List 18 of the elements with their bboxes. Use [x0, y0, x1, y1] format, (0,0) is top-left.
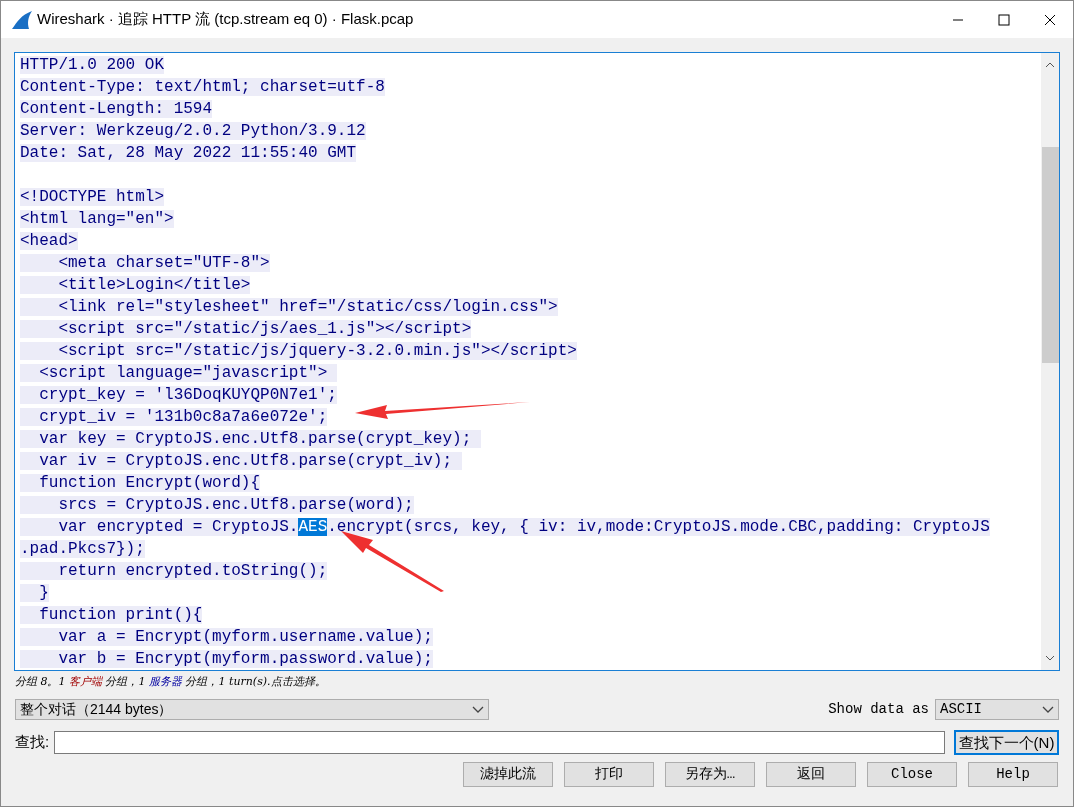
find-label: 查找: — [15, 731, 50, 752]
dialog-button[interactable]: 打印 — [564, 762, 654, 787]
shark-fin-icon — [11, 9, 33, 30]
dialog-button[interactable]: Help — [968, 762, 1058, 787]
scrollbar[interactable] — [1041, 53, 1059, 670]
dialog-button[interactable]: 另存为… — [665, 762, 755, 787]
show-data-select[interactable]: ASCII — [935, 699, 1059, 720]
chevron-down-icon — [472, 705, 484, 714]
chevron-down-icon — [1042, 705, 1054, 714]
find-next-button[interactable]: 查找下一个(N) — [954, 729, 1059, 755]
dialog-button[interactable]: Close — [867, 762, 957, 787]
status-text: 分组 8。1 客户端 分组，1 服务器 分组，1 turn(s).点击选择。 — [15, 674, 327, 690]
dialog-button[interactable]: 滤掉此流 — [463, 762, 553, 787]
show-data-label: Show data as — [828, 700, 929, 719]
dialog-button[interactable]: 返回 — [766, 762, 856, 787]
find-field[interactable] — [54, 730, 945, 754]
conversation-select[interactable]: 整个对话（2144 bytes） — [15, 699, 489, 720]
window-title: Wireshark · 追踪 HTTP 流 (tcp.stream eq 0) · Flask.pcap — [37, 9, 414, 30]
